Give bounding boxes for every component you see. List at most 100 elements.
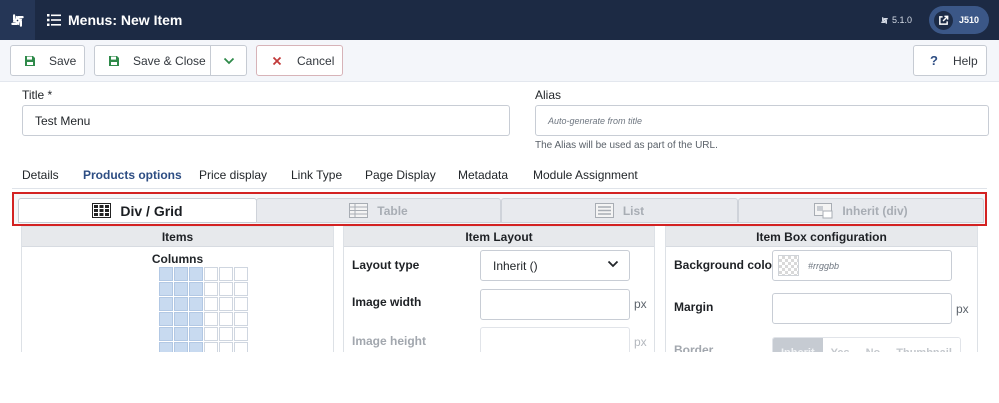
column-grid-cell[interactable] [174,282,188,296]
external-link-icon [934,10,953,30]
subtab-inherit-div[interactable]: Inherit (div) [738,198,984,223]
chevron-down-icon [223,57,234,64]
columns-label: Columns [151,252,204,266]
inherit-icon [814,202,833,218]
cancel-label: Cancel [297,53,335,68]
toolbar: Save Save & Close Cancel ? Help [0,40,999,82]
version-text: 5.1.0 [892,15,913,25]
column-grid-cell[interactable] [219,297,233,311]
background-color-placeholder: #rrggbb [808,260,840,271]
image-width-unit: px [634,297,647,311]
column-grid-cell[interactable] [204,312,218,326]
alias-placeholder: Auto-generate from title [548,115,643,126]
subtab-inherit-div-label: Inherit (div) [842,203,908,218]
subtab-table[interactable]: Table [256,198,501,223]
margin-input[interactable] [772,293,952,324]
column-grid-cell[interactable] [159,312,173,326]
column-grid-cell[interactable] [219,327,233,341]
subtab-table-label: Table [377,203,408,218]
image-height-label: Image height [352,334,427,348]
column-grid-cell[interactable] [204,327,218,341]
column-grid-cell[interactable] [174,327,188,341]
joomla-logo[interactable] [0,0,35,40]
tab-details[interactable]: Details [22,161,59,189]
admin-header: Menus: New Item 5.1.0 J510 [0,0,999,40]
help-button[interactable]: ? Help [913,45,987,76]
column-grid-cell[interactable] [234,282,248,296]
joomla-icon [11,13,24,27]
subtab-div-grid[interactable]: Div / Grid [18,198,257,223]
item-layout-panel-title: Item Layout [344,227,654,247]
alias-label: Alias [535,88,562,102]
user-name: J510 [959,15,980,25]
title-input[interactable]: Test Menu [22,105,510,136]
table-icon [349,203,369,218]
tab-price-display[interactable]: Price display [199,161,267,189]
background-color-label: Background color [674,258,777,272]
column-grid-cell[interactable] [219,267,233,281]
column-grid-cell[interactable] [234,297,248,311]
background-color-input[interactable]: #rrggbb [772,250,952,281]
tab-products-options[interactable]: Products options [83,161,182,189]
chevron-down-icon [607,260,619,268]
alias-input[interactable]: Auto-generate from title [535,105,989,136]
image-height-unit: px [634,335,647,349]
page-heading: Menus: New Item [47,0,182,40]
column-grid-cell[interactable] [159,282,173,296]
tab-bar: Details Products options Price display L… [12,161,987,189]
column-grid-cell[interactable] [159,327,173,341]
save-button[interactable]: Save [10,45,85,76]
column-grid-cell[interactable] [189,282,203,296]
grid-icon [92,203,112,218]
subtab-list-label: List [622,203,645,218]
close-icon [272,56,282,66]
joomla-small-icon [881,16,888,24]
column-grid-cell[interactable] [219,312,233,326]
user-menu[interactable]: J510 [929,6,989,34]
color-swatch[interactable] [778,255,799,276]
column-grid-cell[interactable] [204,282,218,296]
layout-subtab-bar: Div / Grid Table List Inherit (div) [12,192,987,226]
column-grid-cell[interactable] [189,312,203,326]
column-grid-cell[interactable] [174,267,188,281]
column-grid-cell[interactable] [204,297,218,311]
tab-page-display[interactable]: Page Display [365,161,436,189]
title-label: Title * [22,88,53,102]
subtab-list[interactable]: List [501,198,738,223]
question-icon: ? [930,53,938,68]
column-grid-cell[interactable] [189,297,203,311]
item-box-panel-title: Item Box configuration [666,227,977,247]
tab-metadata[interactable]: Metadata [458,161,508,189]
margin-label: Margin [674,300,714,314]
column-grid-cell[interactable] [159,297,173,311]
column-grid-cell[interactable] [189,267,203,281]
list-icon [47,14,61,26]
image-width-input[interactable] [480,289,630,320]
column-grid-cell[interactable] [174,297,188,311]
column-grid-cell[interactable] [219,282,233,296]
alias-hint: The Alias will be used as part of the UR… [535,140,718,151]
save-label: Save [49,53,77,68]
page-title: Menus: New Item [68,12,183,28]
version-indicator: 5.1.0 [880,0,912,40]
layout-type-value: Inherit () [493,258,538,273]
save-close-button[interactable]: Save & Close [95,46,211,75]
save-options-dropdown[interactable] [211,46,246,75]
column-grid-cell[interactable] [204,267,218,281]
column-grid-cell[interactable] [174,312,188,326]
page-bottom-blank [0,352,999,403]
column-grid-cell[interactable] [234,267,248,281]
column-grid-cell[interactable] [159,267,173,281]
tab-module-assignment[interactable]: Module Assignment [533,161,638,189]
column-grid-cell[interactable] [234,327,248,341]
tab-link-type[interactable]: Link Type [291,161,342,189]
subtab-div-grid-label: Div / Grid [120,202,183,219]
cancel-button[interactable]: Cancel [256,45,343,76]
column-grid-cell[interactable] [189,327,203,341]
save-close-group: Save & Close [94,45,247,76]
column-grid-cell[interactable] [234,312,248,326]
layout-type-select[interactable]: Inherit () [480,250,630,281]
help-label: Help [952,53,978,68]
list-view-icon [594,203,614,218]
items-panel-title: Items [22,227,333,247]
